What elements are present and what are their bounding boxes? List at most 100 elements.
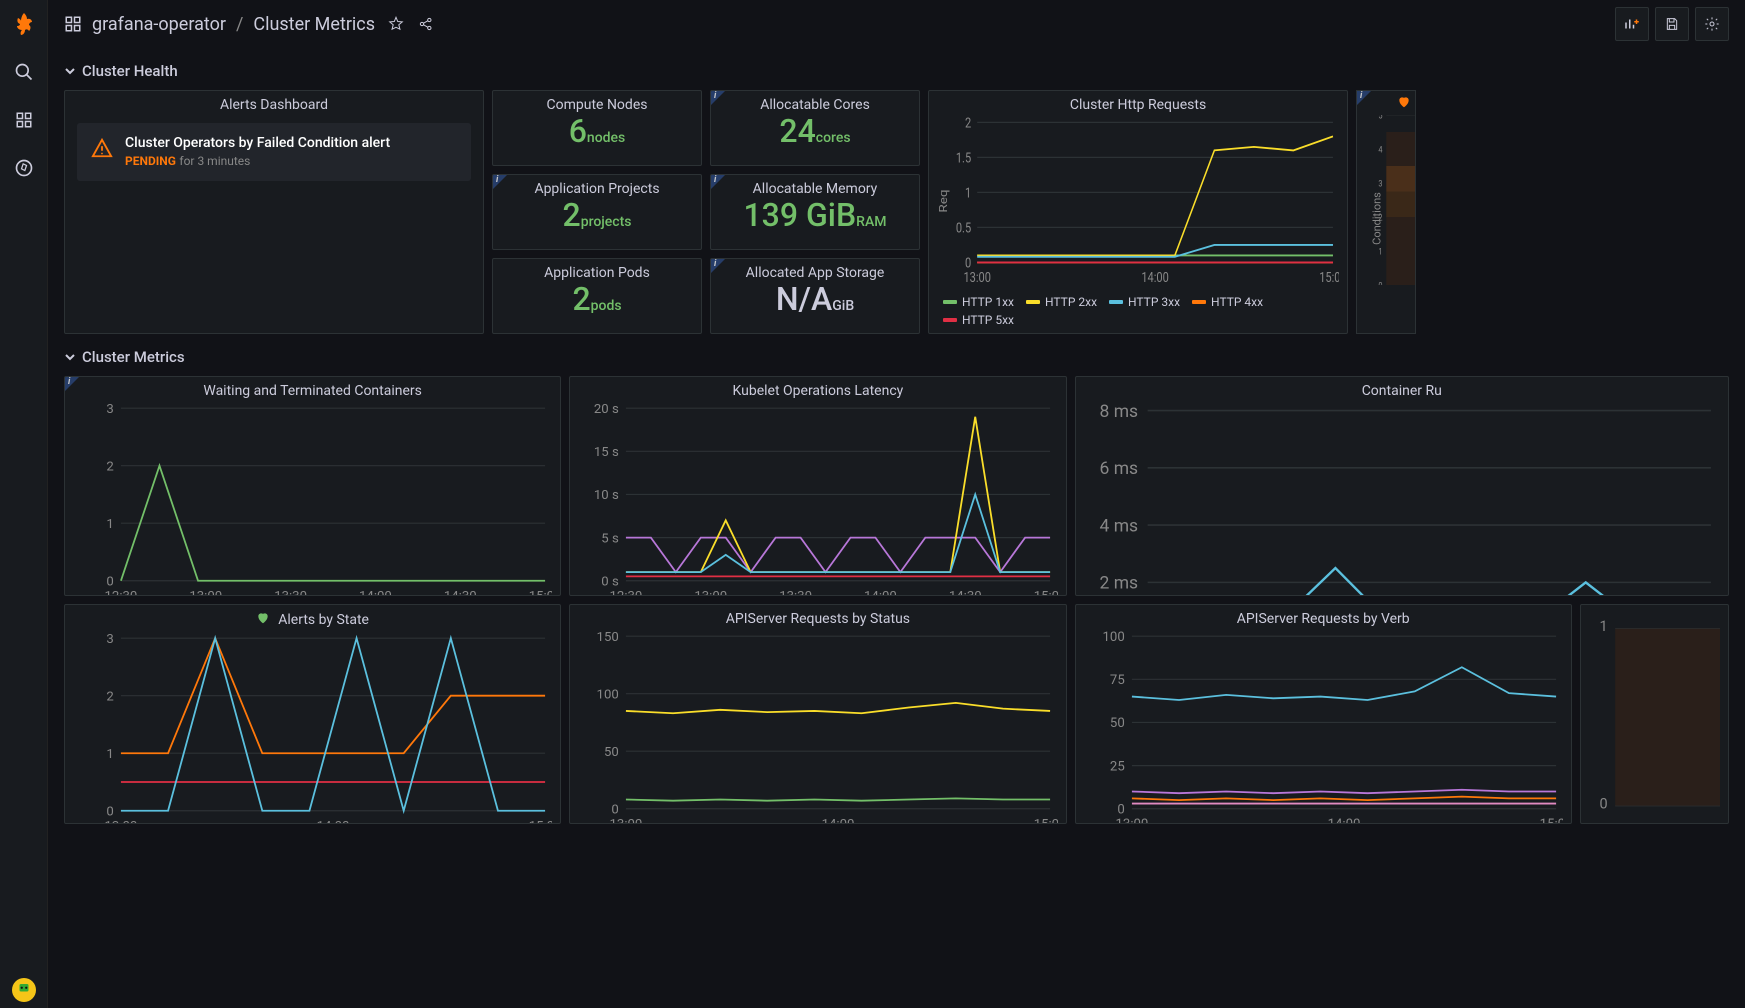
svg-text:14:00: 14:00 xyxy=(1327,817,1360,824)
breadcrumb-folder[interactable]: grafana-operator xyxy=(92,14,226,35)
apiserver-status-panel[interactable]: APIServer Requests by Status 05010015013… xyxy=(569,604,1066,824)
svg-text:3: 3 xyxy=(106,402,113,417)
stat-allocatable-memory[interactable]: i Allocatable Memory 139 GiBRAM xyxy=(710,174,920,250)
svg-text:75: 75 xyxy=(1109,673,1124,688)
svg-text:0: 0 xyxy=(612,803,619,818)
http-requests-panel[interactable]: Cluster Http Requests 00.511.5213:0014:0… xyxy=(928,90,1348,334)
favorite-icon[interactable] xyxy=(387,15,405,33)
share-icon[interactable] xyxy=(417,15,435,33)
svg-text:0: 0 xyxy=(965,256,971,271)
alert-item[interactable]: Cluster Operators by Failed Condition al… xyxy=(77,123,471,181)
topbar: grafana-operator / Cluster Metrics xyxy=(48,0,1745,48)
cut-panel[interactable]: 1 0 xyxy=(1580,604,1729,824)
svg-text:14:30: 14:30 xyxy=(444,589,477,596)
svg-text:15:00: 15:00 xyxy=(1539,817,1563,824)
svg-text:13:00: 13:00 xyxy=(695,589,728,596)
conditions-peek-panel[interactable]: i 012345 Conditions xyxy=(1356,90,1416,334)
heart-icon xyxy=(256,611,270,629)
svg-text:0 s: 0 s xyxy=(602,575,620,590)
alerts-dashboard-panel[interactable]: Alerts Dashboard Cluster Operators by Fa… xyxy=(64,90,484,334)
svg-text:3: 3 xyxy=(1378,179,1382,190)
apiserver-verb-panel[interactable]: APIServer Requests by Verb 025507510013:… xyxy=(1075,604,1572,824)
svg-text:15 s: 15 s xyxy=(594,445,619,460)
panel-title: Alerts by State xyxy=(278,612,369,628)
legend-item[interactable]: HTTP 1xx xyxy=(943,295,1014,309)
svg-text:100: 100 xyxy=(1102,630,1124,645)
svg-text:12:30: 12:30 xyxy=(105,589,138,596)
svg-text:0: 0 xyxy=(1599,795,1607,812)
svg-text:2: 2 xyxy=(106,459,113,474)
svg-text:4 ms: 4 ms xyxy=(1099,516,1138,536)
chart: 05010015013:0014:0015:00 xyxy=(578,629,1057,824)
panel-title: Waiting and Terminated Containers xyxy=(65,377,560,401)
legend-item[interactable]: HTTP 5xx xyxy=(943,313,1014,327)
dashboards-icon[interactable] xyxy=(64,15,82,33)
legend-item[interactable]: HTTP 2xx xyxy=(1026,295,1097,309)
panel-title: Application Pods xyxy=(493,259,701,283)
explore-icon[interactable] xyxy=(12,156,36,180)
warning-icon xyxy=(91,137,113,163)
breadcrumb-dashboard[interactable]: Cluster Metrics xyxy=(253,14,375,35)
chart: 0 μs2 ms4 ms6 ms8 ms12:3013:00 xyxy=(1084,401,1720,596)
stat-application-pods[interactable]: Application Pods 2pods xyxy=(492,258,702,334)
waiting-containers-panel[interactable]: i Waiting and Terminated Containers 0123… xyxy=(64,376,561,596)
svg-text:1: 1 xyxy=(965,186,971,201)
search-icon[interactable] xyxy=(12,60,36,84)
stat-unit: cores xyxy=(816,130,851,146)
main-area: grafana-operator / Cluster Metrics xyxy=(48,0,1745,1008)
row-header-health[interactable]: Cluster Health xyxy=(64,48,1729,90)
http-chart: 00.511.5213:0014:0015:00Req xyxy=(937,115,1339,287)
svg-text:12:30: 12:30 xyxy=(610,589,643,596)
alert-text: Cluster Operators by Failed Condition al… xyxy=(125,135,390,169)
svg-text:14:30: 14:30 xyxy=(949,589,982,596)
svg-text:2: 2 xyxy=(106,689,113,704)
stat-unit: nodes xyxy=(587,130,625,146)
chevron-down-icon xyxy=(64,65,76,77)
svg-text:8 ms: 8 ms xyxy=(1099,402,1138,422)
stat-unit: GiB xyxy=(832,298,854,314)
save-button[interactable] xyxy=(1655,7,1689,41)
legend: HTTP 1xx HTTP 2xx HTTP 3xx HTTP 4xx HTTP… xyxy=(929,291,1347,333)
grafana-logo-icon xyxy=(12,11,36,37)
stat-allocated-storage[interactable]: i Allocated App Storage N/AGiB xyxy=(710,258,920,334)
svg-text:5: 5 xyxy=(1378,115,1382,122)
svg-text:1: 1 xyxy=(106,747,113,762)
svg-text:0.5: 0.5 xyxy=(956,221,971,236)
legend-item[interactable]: HTTP 3xx xyxy=(1109,295,1180,309)
left-sidebar xyxy=(0,0,48,1008)
user-avatar[interactable] xyxy=(12,978,36,1002)
grafana-logo[interactable] xyxy=(12,12,36,36)
metrics-grid: i Waiting and Terminated Containers 0123… xyxy=(64,376,1729,824)
svg-text:1: 1 xyxy=(1599,618,1607,635)
container-runtime-panel[interactable]: Container Ru 0 μs2 ms4 ms6 ms8 ms12:3013… xyxy=(1075,376,1729,596)
panel-title: Cluster Http Requests xyxy=(929,91,1347,115)
health-grid: Alerts Dashboard Cluster Operators by Fa… xyxy=(64,90,1729,334)
stat-unit: RAM xyxy=(856,214,886,230)
kubelet-latency-panel[interactable]: Kubelet Operations Latency 0 s5 s10 s15 … xyxy=(569,376,1066,596)
svg-text:15:00: 15:00 xyxy=(1034,817,1058,824)
svg-text:13:00: 13:00 xyxy=(963,271,991,286)
svg-text:13:00: 13:00 xyxy=(610,817,643,824)
dashboards-icon[interactable] xyxy=(12,108,36,132)
svg-text:20 s: 20 s xyxy=(594,402,619,417)
svg-text:15:00: 15:00 xyxy=(529,819,553,824)
stat-application-projects[interactable]: i Application Projects 2projects xyxy=(492,174,702,250)
stat-allocatable-cores[interactable]: i Allocatable Cores 24cores xyxy=(710,90,920,166)
svg-text:13:30: 13:30 xyxy=(274,589,307,596)
svg-text:13:00: 13:00 xyxy=(1115,817,1148,824)
settings-button[interactable] xyxy=(1695,7,1729,41)
row-header-metrics[interactable]: Cluster Metrics xyxy=(64,334,1729,376)
panel-title: APIServer Requests by Verb xyxy=(1076,605,1571,629)
topbar-actions xyxy=(1615,7,1729,41)
stat-value: N/A xyxy=(776,280,832,318)
add-panel-button[interactable] xyxy=(1615,7,1649,41)
alerts-by-state-panel[interactable]: Alerts by State 012313:0014:0015:00 xyxy=(64,604,561,824)
svg-text:14:00: 14:00 xyxy=(317,819,350,824)
svg-text:100: 100 xyxy=(597,687,619,702)
stat-compute-nodes[interactable]: Compute Nodes 6nodes xyxy=(492,90,702,166)
svg-text:3: 3 xyxy=(106,632,113,647)
legend-item[interactable]: HTTP 4xx xyxy=(1192,295,1263,309)
svg-text:50: 50 xyxy=(604,745,619,760)
panel-title: Kubelet Operations Latency xyxy=(570,377,1065,401)
svg-text:10 s: 10 s xyxy=(594,488,619,503)
